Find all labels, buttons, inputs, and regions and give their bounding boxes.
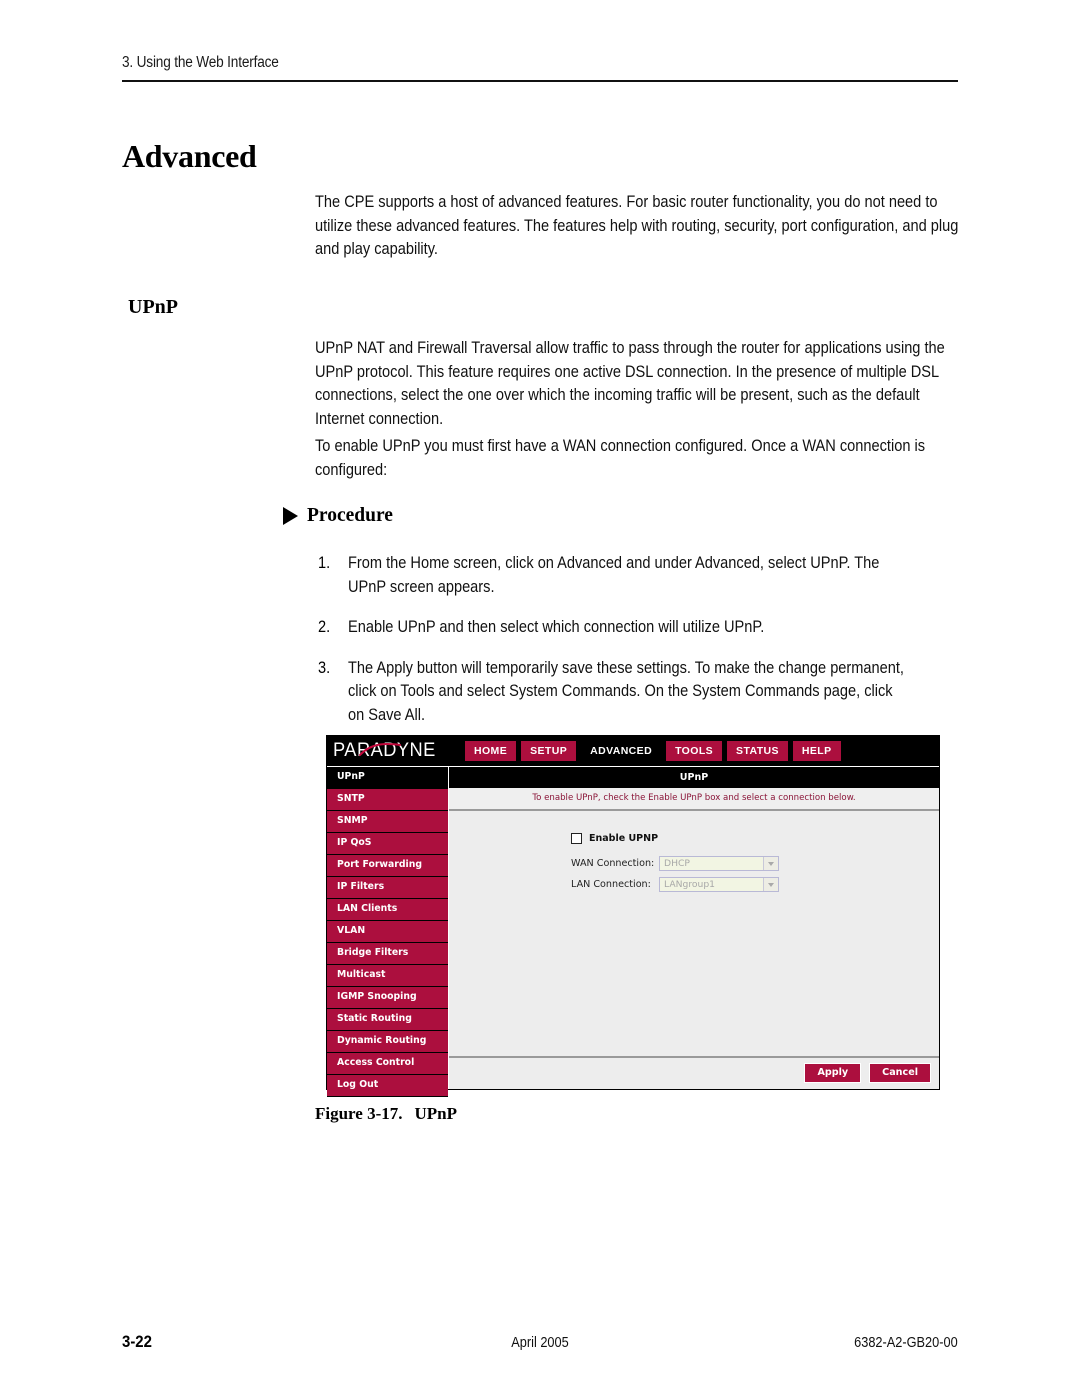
figure-caption: Figure 3-17. UPnP [315,1104,457,1124]
wan-connection-select[interactable]: DHCP [659,856,779,871]
step-number: 3. [318,658,331,677]
paragraph-text: The CPE supports a host of advanced feat… [315,193,959,258]
sidebar-item-dynamic-routing[interactable]: Dynamic Routing [327,1031,448,1053]
chevron-down-icon[interactable] [763,857,778,870]
step-number: 2. [318,618,331,636]
wan-connection-value: DHCP [664,858,690,869]
sidebar-item-lan-clients[interactable]: LAN Clients [327,899,448,921]
header-rule [122,80,958,82]
chevron-down-icon[interactable] [763,878,778,891]
nav-tab-help[interactable]: HELP [792,741,841,761]
lan-connection-value: LANgroup1 [664,879,716,890]
procedure-heading-label: Procedure [307,505,393,526]
sidebar-item-bridge-filters[interactable]: Bridge Filters [327,943,448,965]
router-sidebar: UPnP SNTP SNMP IP QoS Port Forwarding IP… [327,766,448,1097]
procedure-steps: 1. From the Home screen, click on Advanc… [318,552,978,744]
sidebar-item-static-routing[interactable]: Static Routing [327,1009,448,1031]
router-main-panel: UPnP To enable UPnP, check the Enable UP… [448,766,939,1089]
paragraph-text: UPnP NAT and Firewall Traversal allow tr… [315,339,945,428]
cancel-button[interactable]: Cancel [869,1063,931,1083]
sidebar-item-snmp[interactable]: SNMP [327,811,448,833]
footer-page-number: 3-22 [122,1332,152,1351]
procedure-heading: Procedure [283,505,393,527]
enable-upnp-checkbox[interactable] [571,833,582,844]
list-item: 1. From the Home screen, click on Advanc… [318,552,978,599]
paragraph-advanced-intro: The CPE supports a host of advanced feat… [315,191,963,262]
paragraph-upnp-description: UPnP NAT and Firewall Traversal allow tr… [315,337,963,431]
wan-connection-label: WAN Connection: [571,858,655,869]
enable-upnp-label: Enable UPNP [589,833,659,844]
lan-connection-label: LAN Connection: [571,879,651,890]
figure-title: UPnP [414,1104,458,1123]
footer-document-number: 6382-A2-GB20-00 [854,1335,958,1351]
upnp-form: Enable UPNP WAN Connection: DHCP LAN Con… [449,811,939,1056]
sidebar-item-log-out[interactable]: Log Out [327,1075,448,1097]
figure-router-screenshot: PARADYNE HOME SETUP ADVANCED TOOLS STATU… [326,735,940,1097]
panel-action-bar: Apply Cancel [449,1056,939,1089]
sidebar-item-upnp[interactable]: UPnP [327,767,448,789]
paragraph-text: To enable UPnP you must first have a WAN… [315,437,926,479]
sidebar-item-sntp[interactable]: SNTP [327,789,448,811]
sidebar-item-vlan[interactable]: VLAN [327,921,448,943]
panel-title: UPnP [449,767,939,788]
paragraph-upnp-prerequisite: To enable UPnP you must first have a WAN… [315,435,963,482]
wan-connection-row: WAN Connection: DHCP [571,856,779,871]
sidebar-item-ip-filters[interactable]: IP Filters [327,877,448,899]
form-fields: Enable UPNP WAN Connection: DHCP LAN Con… [571,833,779,898]
step-text: The Apply button will temporarily save t… [348,658,904,724]
running-head-text: 3. Using the Web Interface [122,54,279,71]
apply-button[interactable]: Apply [804,1063,862,1083]
subsection-title: UPnP [128,296,178,318]
enable-upnp-row[interactable]: Enable UPNP [571,833,779,844]
running-head: 3. Using the Web Interface [122,54,958,82]
page-title: Advanced [122,138,257,174]
page-footer: 3-22 April 2005 6382-A2-GB20-00 [122,1332,958,1356]
step-number: 1. [318,554,331,572]
nav-tab-home[interactable]: HOME [465,741,517,761]
panel-description: To enable UPnP, check the Enable UPnP bo… [449,788,939,811]
nav-tab-setup[interactable]: SETUP [521,741,577,761]
footer-date: April 2005 [511,1335,569,1351]
router-top-navbar: PARADYNE HOME SETUP ADVANCED TOOLS STATU… [327,736,939,766]
step-text: Enable UPnP and then select which connec… [348,618,765,636]
nav-tab-tools[interactable]: TOOLS [666,741,723,761]
sidebar-item-multicast[interactable]: Multicast [327,965,448,987]
sidebar-item-port-forwarding[interactable]: Port Forwarding [327,855,448,877]
paradyne-logo-text: PARADYNE [333,740,436,761]
lan-connection-row: LAN Connection: LANgroup1 [571,877,779,892]
list-item: 3. The Apply button will temporarily sav… [318,657,978,728]
router-body: UPnP SNTP SNMP IP QoS Port Forwarding IP… [327,766,939,1097]
nav-tab-status[interactable]: STATUS [727,741,788,761]
sidebar-item-access-control[interactable]: Access Control [327,1053,448,1075]
figure-label: Figure 3-17. [315,1104,403,1123]
paradyne-logo: PARADYNE [333,739,449,763]
step-text: From the Home screen, click on Advanced … [348,554,880,596]
lan-connection-select[interactable]: LANgroup1 [659,877,779,892]
nav-tab-advanced[interactable]: ADVANCED [581,741,662,761]
sidebar-item-ip-qos[interactable]: IP QoS [327,833,448,855]
triangle-right-icon [283,507,298,525]
sidebar-item-igmp-snooping[interactable]: IGMP Snooping [327,987,448,1009]
list-item: 2. Enable UPnP and then select which con… [318,616,978,640]
